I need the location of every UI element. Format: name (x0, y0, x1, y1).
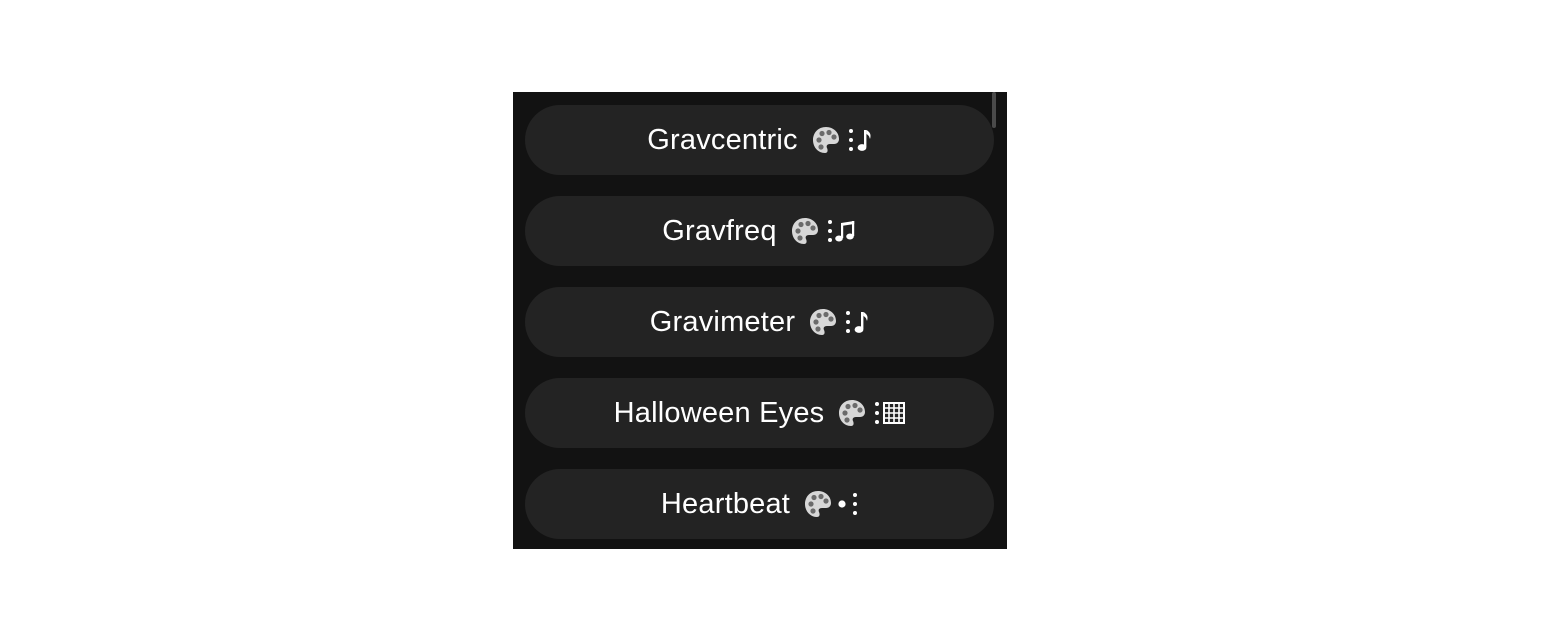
effect-name: Gravfreq (662, 214, 777, 247)
palette-icon (810, 309, 837, 335)
effect-list: Gravcentric Gravfreq Gravimeter Hallowee… (525, 105, 994, 549)
effect-item-halloween-eyes[interactable]: Halloween Eyes (525, 378, 994, 448)
palette-icon (812, 127, 839, 153)
palette-icon (805, 491, 832, 517)
grid-icon (883, 402, 906, 424)
effect-item-gravimeter[interactable]: Gravimeter (525, 287, 994, 357)
dots-icon (848, 129, 853, 151)
effect-icons (807, 306, 869, 338)
effect-name: Heartbeat (660, 487, 791, 520)
music-note-icon (857, 130, 871, 151)
palette-icon (839, 400, 866, 426)
effects-panel: Gravcentric Gravfreq Gravimeter Hallowee… (513, 92, 1007, 549)
effect-item-gravfreq[interactable]: Gravfreq (525, 196, 994, 266)
effect-name: Halloween Eyes (613, 396, 825, 429)
effect-icons (802, 488, 858, 520)
dots-icon (827, 220, 832, 242)
dots-icon (853, 493, 858, 515)
effect-icons (810, 124, 872, 156)
dots-icon (875, 402, 880, 424)
effect-icons (836, 397, 906, 429)
music-notes-icon (834, 221, 854, 242)
effect-name: Gravcentric (647, 123, 798, 156)
effect-item-heartbeat[interactable]: Heartbeat (525, 469, 994, 539)
dot-icon (838, 500, 846, 508)
palette-icon (791, 218, 818, 244)
music-note-icon (854, 312, 868, 333)
dots-icon (846, 311, 851, 333)
effect-name: Gravimeter (649, 305, 796, 338)
effect-icons (789, 215, 857, 247)
effect-item-gravcentric[interactable]: Gravcentric (525, 105, 994, 175)
